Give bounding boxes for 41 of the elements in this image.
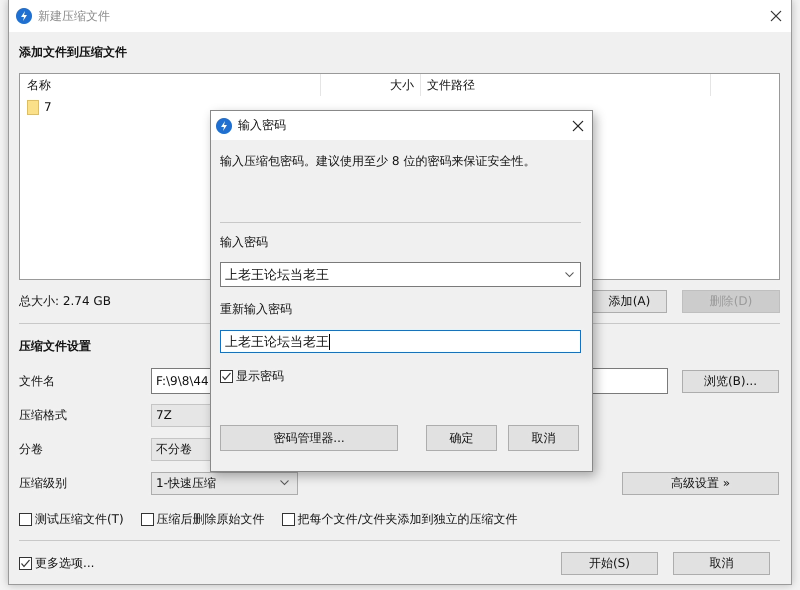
footer-button[interactable]: 取消 — [673, 552, 770, 575]
field-label: 文件名 — [19, 372, 56, 390]
table-cell: 7 — [44, 100, 52, 114]
footer-button[interactable]: 开始(S) — [561, 552, 658, 575]
dialog-message: 输入压缩包密码。建议使用至少 8 位的密码来保证安全性。 — [220, 153, 536, 169]
option-checkbox[interactable]: 测试压缩文件(T) — [19, 511, 124, 527]
field-label: 压缩级别 — [19, 474, 68, 492]
column-header[interactable]: 文件路径 — [421, 74, 711, 96]
app-logo-icon — [216, 118, 232, 134]
dialog-button[interactable]: 取消 — [508, 425, 579, 451]
dialog-button[interactable]: 确定 — [426, 425, 497, 451]
close-icon[interactable] — [572, 120, 584, 132]
close-icon[interactable] — [770, 10, 782, 22]
option-checkbox[interactable]: 把每个文件/文件夹添加到独立的压缩文件 — [282, 511, 518, 527]
field-label: 输入密码 — [220, 234, 269, 250]
column-header[interactable]: 名称 — [20, 74, 321, 96]
window-title: 新建压缩文件 — [38, 8, 111, 24]
total-size-label: 总大小: 2.74 GB — [19, 293, 111, 310]
dropdown-field[interactable]: 1-快速压缩 — [151, 472, 298, 494]
dialog-title: 输入密码 — [238, 117, 287, 134]
settings-button[interactable]: 高级设置 » — [622, 472, 779, 494]
password-field[interactable]: 上老王论坛当老王 — [220, 262, 581, 287]
app-logo-icon — [16, 8, 32, 24]
field-label: 分卷 — [19, 440, 44, 458]
field-label: 重新输入密码 — [220, 301, 293, 317]
folder-icon — [27, 100, 39, 114]
more-options-checkbox[interactable]: 更多选项... — [19, 555, 94, 572]
caret-icon — [280, 480, 289, 486]
checkmark-icon — [20, 558, 31, 569]
show-password-checkbox[interactable]: 显示密码 — [220, 368, 581, 385]
confirm-password-field[interactable]: 上老王论坛当老王 — [220, 330, 581, 353]
section-heading: 压缩文件设置 — [19, 338, 91, 354]
checkmark-icon — [221, 371, 232, 382]
list-button[interactable]: 添加(A) — [592, 290, 667, 313]
settings-button[interactable]: 浏览(B)... — [682, 370, 779, 392]
option-checkbox[interactable]: 压缩后删除原始文件 — [140, 511, 265, 527]
caret-icon — [565, 272, 574, 278]
column-header[interactable]: 大小 — [321, 74, 421, 96]
field-label: 压缩格式 — [19, 406, 68, 424]
section-heading: 添加文件到压缩文件 — [19, 44, 127, 60]
password-manager-button[interactable]: 密码管理器... — [220, 425, 398, 451]
